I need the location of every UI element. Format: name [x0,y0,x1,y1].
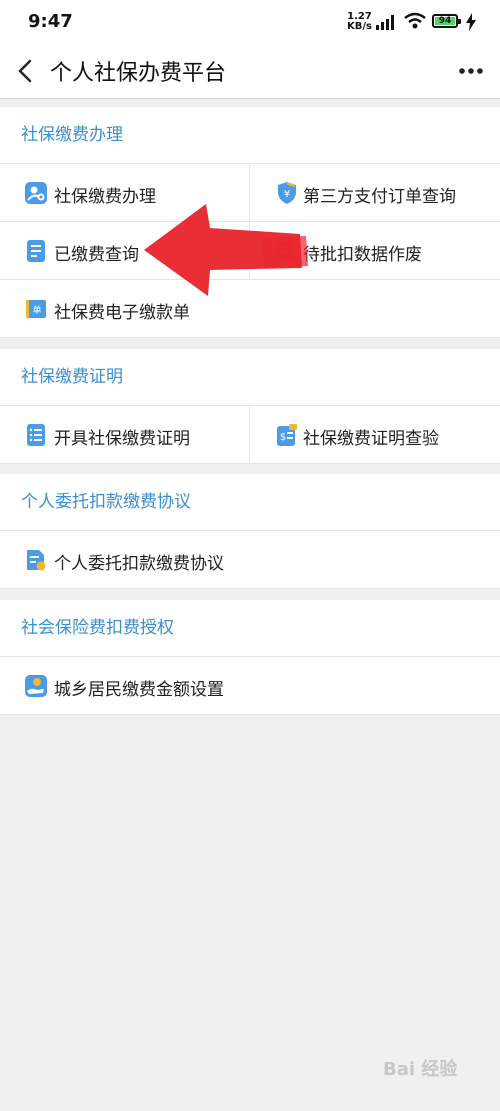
menu-item-void-pending[interactable]: 待批扣数据作废 [250,222,500,280]
document-list-icon [27,240,45,262]
svg-text:$: $ [280,432,286,443]
battery-level: 94 [435,17,455,26]
section-title: 社会保险费扣费授权 [0,600,500,657]
section-title: 个人委托扣款缴费协议 [0,474,500,531]
menu-item-label: 社保费电子缴款单 [54,303,190,323]
database-discard-icon [277,241,298,261]
status-time: 9:47 [28,11,73,32]
section-title: 社保缴费办理 [0,107,500,164]
battery-icon: 94 [432,14,461,28]
page-title: 个人社保办费平台 [50,61,227,86]
menu-item-label: 社保缴费办理 [54,187,156,207]
agreement-icon [27,550,46,571]
menu-item-label: 已缴费查询 [54,245,139,265]
nav-bar: 个人社保办费平台 [0,44,500,99]
section-certificate: 社保缴费证明 开具社保缴费证明 $ 社保缴费证明查验 [0,349,500,464]
menu-item-paid-query[interactable]: 已缴费查询 [0,222,250,280]
menu-item-e-payment-slip[interactable]: 单 社保费电子缴款单 [0,280,500,338]
menu-item-verify-certificate[interactable]: $ 社保缴费证明查验 [250,406,500,464]
menu-item-payment[interactable]: 社保缴费办理 [0,164,250,222]
back-icon[interactable] [14,58,40,84]
menu-item-label: 个人委托扣款缴费协议 [54,554,224,574]
person-pay-icon [25,182,47,204]
svg-text:¥: ¥ [284,189,290,200]
svg-text:单: 单 [32,304,41,316]
menu-item-label: 第三方支付订单查询 [303,187,456,207]
menu-item-withholding-agreement[interactable]: 个人委托扣款缴费协议 [0,531,500,589]
certificate-list-icon [27,424,45,446]
section-agreement: 个人委托扣款缴费协议 个人委托扣款缴费协议 [0,474,500,589]
network-speed: 1.27 KB/s [347,12,372,32]
certificate-verify-icon: $ [277,424,297,446]
menu-item-label: 城乡居民缴费金额设置 [54,680,224,700]
network-speed-unit: KB/s [347,21,372,32]
charging-icon [466,13,476,31]
section-payment: 社保缴费办理 社保缴费办理 ¥ 第三方支付订单查询 已缴费查询 待批扣数据作废 … [0,107,500,338]
signal-icon [376,15,394,30]
more-options-icon[interactable] [458,58,484,84]
menu-item-label: 开具社保缴费证明 [54,429,190,449]
watermark: Bai 经验 [383,1059,458,1080]
menu-item-amount-setting[interactable]: 城乡居民缴费金额设置 [0,657,500,715]
wifi-icon [404,12,426,29]
menu-item-label: 社保缴费证明查验 [303,429,439,449]
ticket-icon: 单 [26,300,46,318]
shield-yuan-icon: ¥ [278,182,296,204]
menu-item-third-party-order[interactable]: ¥ 第三方支付订单查询 [250,164,500,222]
status-bar: 9:47 1.27 KB/s 94 [0,0,500,44]
hand-coin-icon [25,675,47,697]
menu-item-issue-certificate[interactable]: 开具社保缴费证明 [0,406,250,464]
menu-item-label: 待批扣数据作废 [303,245,422,265]
section-authorization: 社会保险费扣费授权 城乡居民缴费金额设置 [0,600,500,715]
section-title: 社保缴费证明 [0,349,500,406]
